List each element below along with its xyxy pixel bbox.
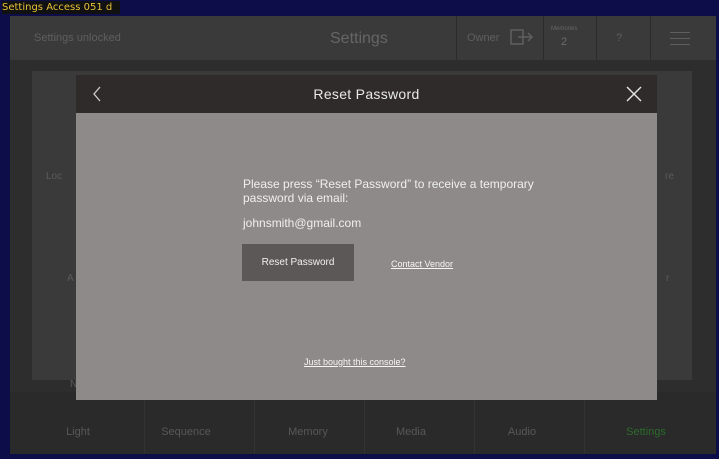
grid-label: re bbox=[665, 171, 674, 182]
nav-sequence[interactable]: Sequence bbox=[131, 426, 241, 438]
grid-label: A bbox=[67, 273, 74, 284]
window-title-label: Settings Access 051 d bbox=[2, 1, 121, 14]
nav-divider bbox=[144, 392, 145, 454]
header-divider bbox=[543, 16, 544, 60]
logout-icon[interactable] bbox=[510, 28, 536, 51]
header-divider bbox=[650, 16, 651, 60]
nav-light[interactable]: Light bbox=[23, 426, 133, 438]
reset-password-dialog: Reset Password Please press “Reset Passw… bbox=[76, 75, 657, 400]
nav-media[interactable]: Media bbox=[356, 426, 466, 438]
just-bought-link[interactable]: Just bought this console? bbox=[304, 357, 406, 367]
top-header: Settings unlocked Settings Owner Memorie… bbox=[10, 16, 716, 60]
reset-instructions: Please press “Reset Password” to receive… bbox=[243, 177, 534, 205]
account-email: johnsmith@gmail.com bbox=[243, 216, 362, 230]
header-divider bbox=[596, 16, 597, 60]
close-icon[interactable] bbox=[624, 84, 644, 104]
owner-button[interactable]: Owner bbox=[467, 32, 499, 44]
bottom-nav: Light Sequence Memory Media Audio Settin… bbox=[10, 392, 716, 454]
menu-icon[interactable] bbox=[670, 32, 690, 50]
reset-password-button[interactable]: Reset Password bbox=[242, 244, 354, 281]
settings-status: Settings unlocked bbox=[34, 32, 121, 44]
dialog-header: Reset Password bbox=[76, 75, 657, 113]
nav-settings[interactable]: Settings bbox=[591, 426, 701, 438]
contact-vendor-link[interactable]: Contact Vendor bbox=[391, 259, 453, 269]
grid-label: r bbox=[666, 273, 670, 284]
grid-label: Loc bbox=[46, 171, 63, 182]
nav-divider bbox=[254, 392, 255, 454]
nav-divider bbox=[584, 392, 585, 454]
help-button[interactable]: ? bbox=[616, 32, 622, 44]
dialog-title: Reset Password bbox=[313, 86, 420, 102]
nav-memory[interactable]: Memory bbox=[253, 426, 363, 438]
page-title: Settings bbox=[330, 30, 388, 47]
header-divider bbox=[456, 16, 457, 60]
memories-label: Memories bbox=[551, 26, 578, 32]
nav-divider bbox=[364, 392, 365, 454]
memories-count[interactable]: 2 bbox=[561, 36, 567, 48]
nav-audio[interactable]: Audio bbox=[467, 426, 577, 438]
nav-divider bbox=[474, 392, 475, 454]
